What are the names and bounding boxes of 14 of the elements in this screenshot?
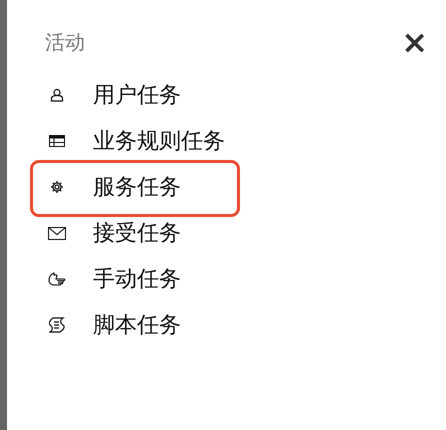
person-icon — [50, 88, 64, 102]
palette-item[interactable]: 服务任务 — [45, 164, 181, 210]
palette-item[interactable]: 接受任务 — [45, 210, 181, 256]
palette-item[interactable]: 业务规则任务 — [45, 118, 225, 164]
palette-item[interactable]: 脚本任务 — [45, 302, 181, 348]
panel-title: 活动 — [45, 28, 85, 56]
palette-item[interactable]: 手动任务 — [45, 256, 181, 302]
scroll-icon — [49, 317, 65, 333]
table-icon — [49, 135, 65, 147]
hand-icon — [48, 272, 66, 286]
gear-icon — [50, 180, 64, 194]
palette-item[interactable]: 用户任务 — [45, 72, 181, 118]
envelope-icon — [48, 226, 66, 240]
close-button[interactable]: × — [401, 26, 428, 58]
